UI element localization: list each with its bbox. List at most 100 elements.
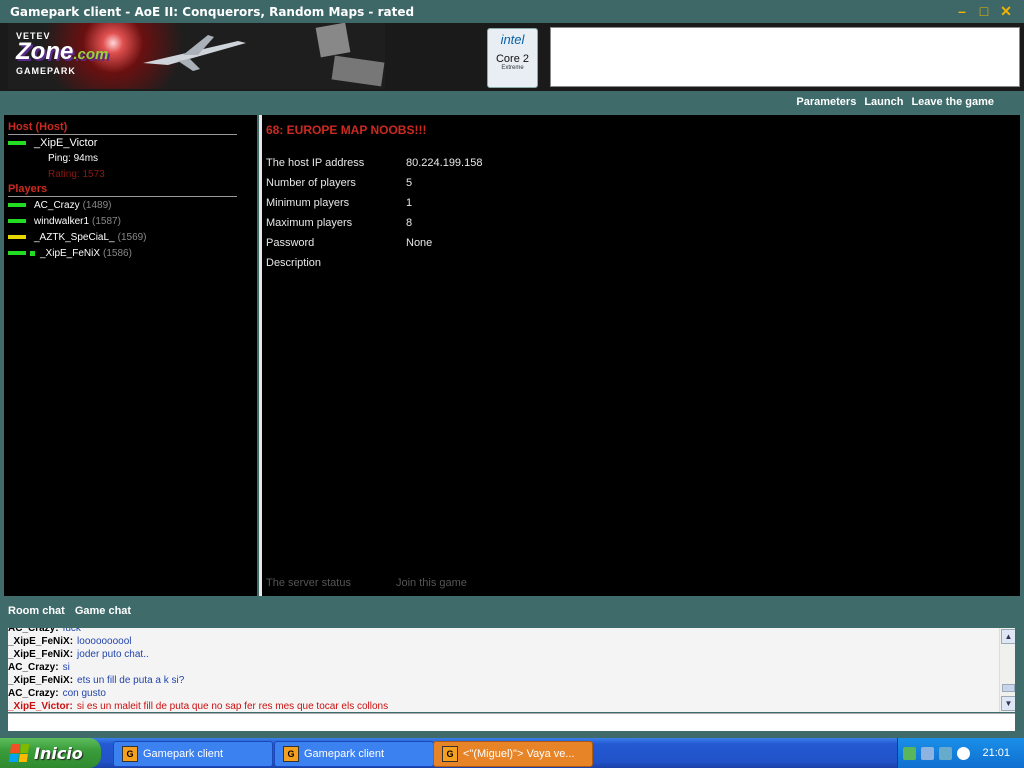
- detail-value: 8: [406, 217, 413, 229]
- chat-message: AC_Crazy: si: [8, 661, 998, 674]
- join-game-link[interactable]: Join this game: [396, 577, 467, 589]
- messenger-icon[interactable]: [903, 746, 916, 760]
- chat-username[interactable]: _XipE_FeNiX:: [8, 649, 73, 660]
- zone-logo[interactable]: VETEV Zone.com GAMEPARK: [16, 31, 108, 76]
- chat-text: si: [62, 662, 70, 673]
- taskbar-button[interactable]: G Gamepark client: [113, 741, 273, 767]
- connection-bar: [8, 235, 26, 239]
- detail-label: Description: [266, 257, 322, 269]
- game-menu: Parameters Launch Leave the game: [796, 96, 994, 108]
- scroll-down-icon[interactable]: ▼: [1001, 696, 1015, 711]
- chat-username[interactable]: _XipE_Victor:: [8, 701, 73, 712]
- player-row[interactable]: _AZTK_SpeCiaL_ (1569): [4, 229, 257, 245]
- detail-row: Description: [266, 253, 482, 273]
- player-row[interactable]: windwalker1 (1587): [4, 213, 257, 229]
- taskbar-button-label: <"(Miguel)"> Vaya ve...: [463, 748, 575, 760]
- host-rating: Rating: 1573: [48, 169, 105, 180]
- server-status-link[interactable]: The server status: [266, 577, 351, 589]
- taskbar-button[interactable]: G <"(Miguel)"> Vaya ve...: [433, 741, 593, 767]
- player-name[interactable]: _XipE_FeNiX: [40, 248, 100, 259]
- scroll-thumb[interactable]: [1002, 684, 1015, 692]
- player-name[interactable]: _AZTK_SpeCiaL_: [34, 232, 115, 243]
- game-actions: The server status Join this game: [266, 577, 467, 589]
- connection-bar: [8, 141, 26, 145]
- chat-message: _XipE_FeNiX: loooooooool: [8, 635, 998, 648]
- host-ping: Ping: 94ms: [48, 153, 99, 164]
- detail-label: The host IP address: [266, 157, 365, 169]
- launch-link[interactable]: Launch: [864, 96, 903, 108]
- game-details: The host IP address 80.224.199.158 Number …: [266, 153, 482, 273]
- detail-label: Password: [266, 237, 315, 249]
- player-rating: (1586): [103, 247, 132, 259]
- maximize-icon[interactable]: □: [976, 2, 992, 20]
- player-rating: (1489): [82, 199, 112, 211]
- player-rating: (1569): [117, 231, 147, 243]
- chat-message: _XipE_FeNiX: joder puto chat..: [8, 648, 998, 661]
- minimize-icon[interactable]: –: [954, 2, 970, 20]
- taskbar-button[interactable]: G Gamepark client: [274, 741, 434, 767]
- network-icon-2[interactable]: [939, 746, 952, 760]
- chat-tabs: Room chat Game chat: [8, 605, 131, 617]
- chat-text: joder puto chat..: [77, 649, 149, 660]
- host-row[interactable]: _XipE_Victor: [4, 135, 257, 151]
- chat-scrollbar[interactable]: ▲ ▼: [999, 628, 1015, 712]
- tab-game-chat[interactable]: Game chat: [75, 605, 131, 617]
- players-heading: Players: [8, 183, 237, 197]
- start-button[interactable]: Inicio: [0, 738, 101, 768]
- chat-username[interactable]: AC_Crazy:: [8, 688, 59, 699]
- chat-log[interactable]: AC_Crazy: fuck _XipE_FeNiX: loooooooool _Xip…: [8, 628, 1015, 712]
- taskbar: Inicio G Gamepark client G Gamepark client G…: [0, 738, 1024, 768]
- player-list: AC_Crazy (1489) windwalker1 (1587) _AZTK_Spe…: [4, 197, 257, 261]
- player-row[interactable]: _XipE_FeNiX (1586): [4, 245, 257, 261]
- player-name[interactable]: windwalker1: [34, 216, 89, 227]
- app-icon: G: [442, 746, 458, 762]
- app-icon: G: [283, 746, 299, 762]
- chat-text: loooooooool: [77, 636, 132, 647]
- banner: VETEV Zone.com GAMEPARK intel Core 2 Ext…: [0, 23, 1024, 91]
- detail-row: Number of players 5: [266, 173, 482, 193]
- window-controls: – □ ✕: [954, 2, 1014, 20]
- app-icon: G: [122, 746, 138, 762]
- cards-image: [315, 23, 385, 87]
- player-row[interactable]: AC_Crazy (1489): [4, 197, 257, 213]
- host-name[interactable]: _XipE_Victor: [34, 137, 97, 149]
- ready-indicator: [30, 250, 35, 256]
- tab-room-chat[interactable]: Room chat: [8, 605, 65, 617]
- detail-row: Minimum players 1: [266, 193, 482, 213]
- detail-label: Minimum players: [266, 197, 350, 209]
- detail-value: 1: [406, 197, 413, 209]
- taskbar-button-label: Gamepark client: [304, 748, 385, 760]
- detail-label: Maximum players: [266, 217, 353, 229]
- chat-text: si es un maleit fill de puta que no sap …: [76, 701, 389, 712]
- chat-message: AC_Crazy: con gusto: [8, 687, 998, 700]
- close-icon[interactable]: ✕: [998, 2, 1014, 20]
- detail-row: Password None: [266, 233, 482, 253]
- advertisement-box[interactable]: [550, 27, 1020, 87]
- player-name[interactable]: AC_Crazy: [34, 200, 80, 211]
- chat-input[interactable]: [8, 713, 1015, 731]
- connection-bar: [8, 219, 26, 223]
- panda-icon[interactable]: [957, 746, 970, 760]
- game-title: 68: EUROPE MAP NOOBS!!!: [266, 123, 427, 137]
- detail-value: 5: [406, 177, 413, 189]
- chat-username[interactable]: _XipE_FeNiX:: [8, 675, 73, 686]
- chat-text: ets un fill de puta a k si?: [77, 675, 185, 686]
- connection-bar: [8, 203, 26, 207]
- chat-username[interactable]: _XipE_FeNiX:: [8, 636, 73, 647]
- scroll-up-icon[interactable]: ▲: [1001, 629, 1015, 644]
- jet-icon: [143, 35, 246, 71]
- detail-value: 80.224.199.158: [406, 157, 483, 169]
- banner-image: VETEV Zone.com GAMEPARK: [8, 23, 385, 89]
- chat-text: con gusto: [62, 688, 106, 699]
- chat-messages: AC_Crazy: fuck _XipE_FeNiX: loooooooool _Xip…: [8, 628, 998, 712]
- clock: 21:01: [982, 747, 1010, 759]
- connection-bar: [8, 251, 26, 255]
- leave-game-link[interactable]: Leave the game: [911, 96, 994, 108]
- detail-value: None: [406, 237, 433, 249]
- network-icon[interactable]: [921, 746, 934, 760]
- intel-logo[interactable]: intel Core 2 Extreme: [487, 28, 538, 88]
- parameters-link[interactable]: Parameters: [796, 96, 856, 108]
- chat-username[interactable]: AC_Crazy:: [8, 662, 59, 673]
- chat-username[interactable]: AC_Crazy:: [8, 628, 59, 634]
- windows-flag-icon: [8, 744, 30, 762]
